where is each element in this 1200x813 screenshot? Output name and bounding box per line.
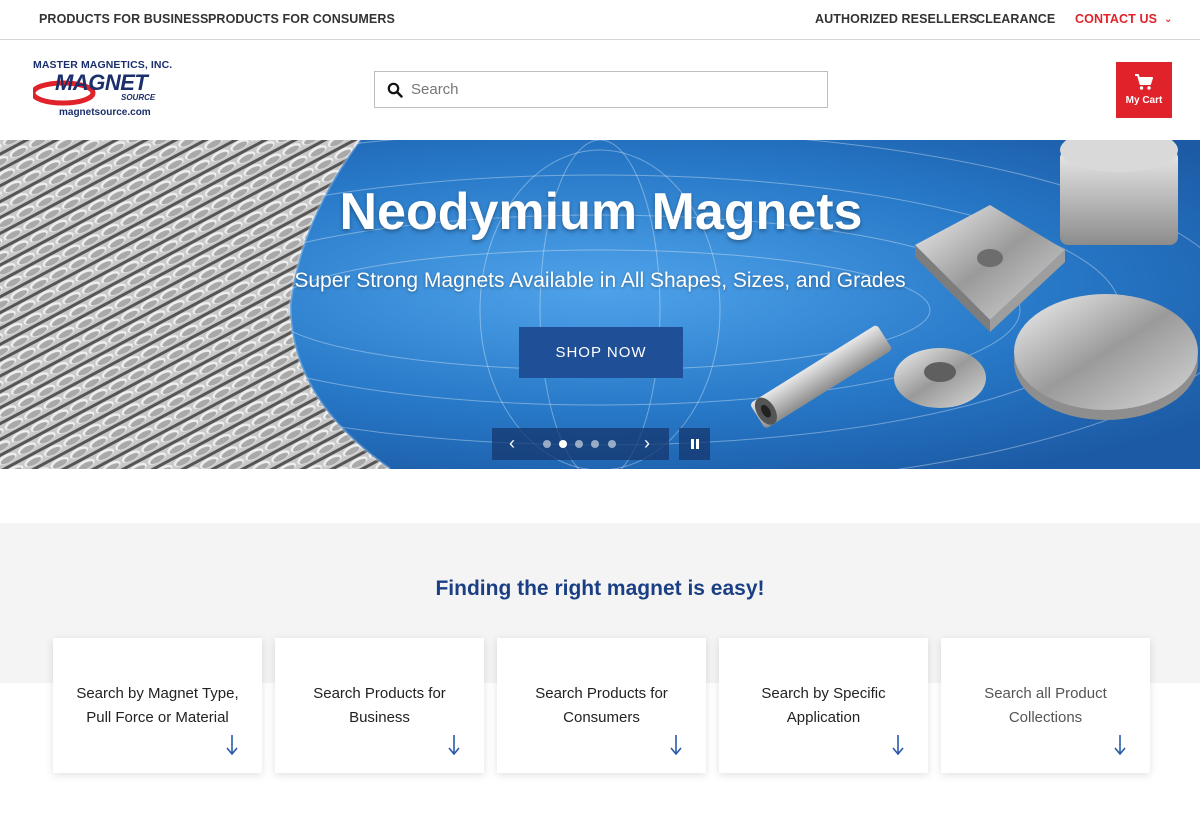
shop-now-button[interactable]: SHOP NOW xyxy=(519,327,683,378)
top-utility-nav: PRODUCTS FOR BUSINESS PRODUCTS FOR CONSU… xyxy=(0,0,1200,40)
nav-clearance[interactable]: CLEARANCE xyxy=(976,12,1055,26)
carousel-dot-5[interactable] xyxy=(608,440,616,448)
chevron-down-icon: ⌄ xyxy=(1164,14,1173,25)
logo-url: magnetsource.com xyxy=(59,107,151,118)
nav-contact-us[interactable]: CONTACT US ⌄ xyxy=(1075,12,1173,26)
nav-contact-us-label: CONTACT US xyxy=(1075,12,1158,26)
card-label-line2: Business xyxy=(349,709,410,726)
card-label-line1: Search by Specific xyxy=(761,685,886,702)
arrow-down-icon xyxy=(892,735,904,756)
site-logo[interactable]: MASTER MAGNETICS, INC. MAGNET SOURCE mag… xyxy=(33,59,183,121)
my-cart-button[interactable]: My Cart xyxy=(1116,62,1172,118)
card-label-line2: Application xyxy=(786,709,861,726)
card-label-line2: Collections xyxy=(1008,709,1083,726)
cart-icon xyxy=(1135,74,1153,90)
card-label: Search by Magnet Type, Pull Force or Mat… xyxy=(65,682,250,730)
search-icon[interactable] xyxy=(387,82,403,98)
hero-title: Neodymium Magnets xyxy=(339,183,863,241)
card-label: Search Products for Business xyxy=(287,682,472,730)
card-label-line2: Consumers xyxy=(563,709,640,726)
card-label-line2: Pull Force or Material xyxy=(86,709,229,726)
nav-products-for-business[interactable]: PRODUCTS FOR BUSINESS xyxy=(39,12,208,26)
card-search-by-application[interactable]: Search by Specific Application xyxy=(719,638,928,773)
carousel-next-icon[interactable]: › xyxy=(644,433,650,454)
card-label-line1: Search Products for xyxy=(535,685,668,702)
card-label: Search by Specific Application xyxy=(731,682,916,730)
card-search-products-business[interactable]: Search Products for Business xyxy=(275,638,484,773)
cart-label: My Cart xyxy=(1125,95,1163,106)
nav-products-for-consumers[interactable]: PRODUCTS FOR CONSUMERS xyxy=(208,12,395,26)
search-box xyxy=(374,71,828,108)
card-label-line1: Search Products for xyxy=(313,685,446,702)
card-label: Search Products for Consumers xyxy=(509,682,694,730)
hero-banner: Neodymium Magnets Super Strong Magnets A… xyxy=(0,140,1200,469)
logo-brand-sub: SOURCE xyxy=(121,93,156,102)
carousel-pause-button[interactable] xyxy=(679,428,710,460)
card-search-by-magnet-type[interactable]: Search by Magnet Type, Pull Force or Mat… xyxy=(53,638,262,773)
carousel-dot-4[interactable] xyxy=(591,440,599,448)
carousel-controls: ‹ › xyxy=(492,428,669,460)
arrow-down-icon xyxy=(1114,735,1126,756)
nav-authorized-resellers[interactable]: AUTHORIZED RESELLERS xyxy=(815,12,977,26)
hero-subtitle: Super Strong Magnets Available in All Sh… xyxy=(294,269,906,292)
search-input[interactable] xyxy=(411,72,821,107)
site-header: MASTER MAGNETICS, INC. MAGNET SOURCE mag… xyxy=(0,41,1200,140)
card-search-all-collections[interactable]: Search all Product Collections xyxy=(941,638,1150,773)
card-label: Search all Product Collections xyxy=(953,682,1138,730)
arrow-down-icon xyxy=(226,735,238,756)
arrow-down-icon xyxy=(448,735,460,756)
finder-title: Finding the right magnet is easy! xyxy=(435,577,765,600)
carousel-dot-3[interactable] xyxy=(575,440,583,448)
carousel-dot-2[interactable] xyxy=(559,440,567,448)
card-label-line1: Search by Magnet Type, xyxy=(76,685,239,702)
carousel-dot-1[interactable] xyxy=(543,440,551,448)
carousel-prev-icon[interactable]: ‹ xyxy=(509,433,515,454)
arrow-down-icon xyxy=(670,735,682,756)
card-label-line1: Search all Product xyxy=(984,685,1107,702)
pause-icon xyxy=(691,439,694,449)
card-search-products-consumers[interactable]: Search Products for Consumers xyxy=(497,638,706,773)
pause-icon-bar xyxy=(696,439,699,449)
